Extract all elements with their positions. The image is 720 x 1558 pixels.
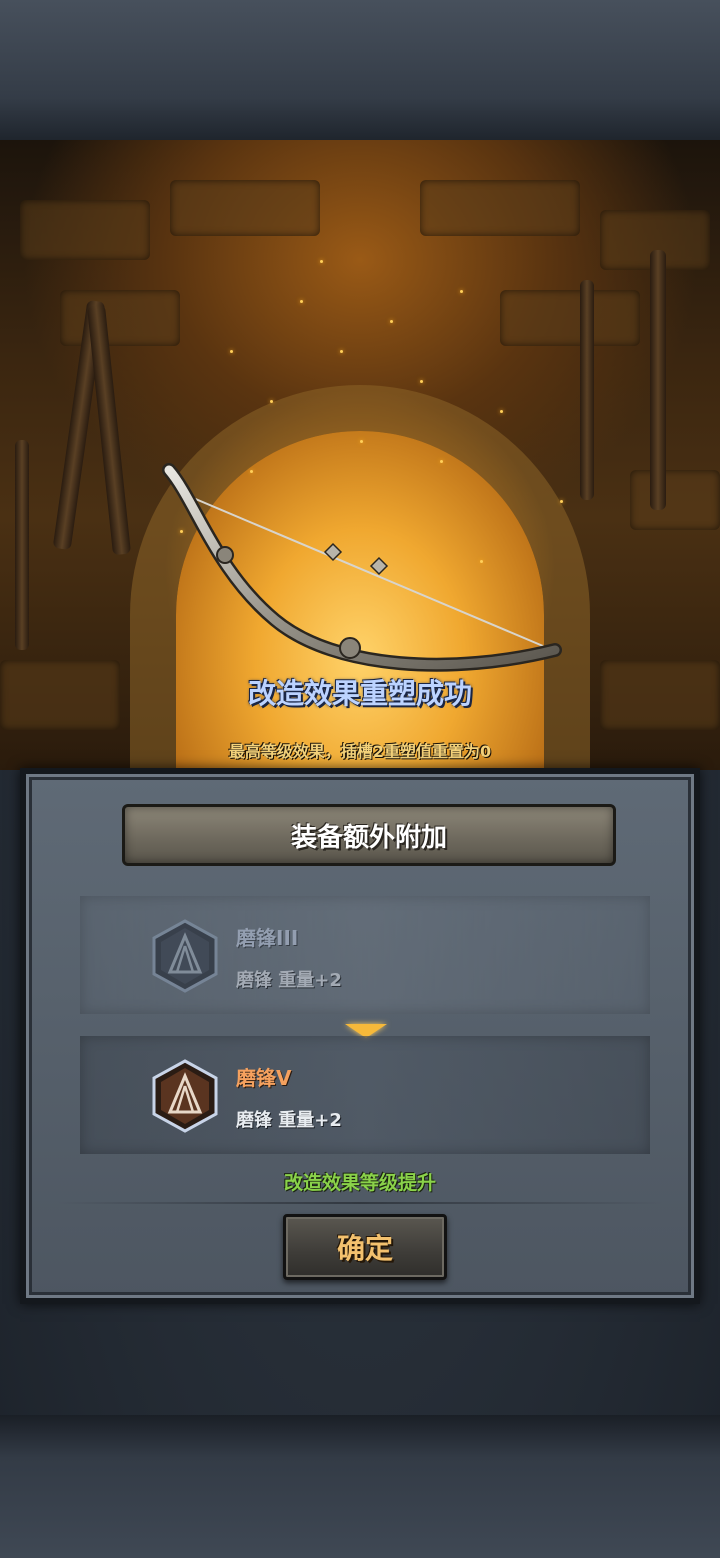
old-effect-row: 磨锋III 磨锋 重量+2	[80, 896, 650, 1014]
divider	[56, 1202, 664, 1204]
confirm-button[interactable]: 确定	[283, 1214, 447, 1280]
upgrade-message: 改造效果等级提升	[283, 1172, 436, 1194]
new-effect-name: 磨锋V	[236, 1066, 292, 1090]
panel-header: 装备额外附加	[122, 804, 616, 866]
sharpen-hex-icon	[152, 1059, 218, 1133]
bow-icon	[162, 463, 562, 672]
confirm-button-label: 确定	[336, 1232, 393, 1265]
old-effect-name: 磨锋III	[236, 926, 299, 950]
panel-header-label: 装备额外附加	[290, 822, 447, 853]
bottom-stone-band	[0, 1415, 720, 1558]
game-screen: 改造效果重塑成功 最高等级效果，插槽2重塑值重置为0 装备额外附加 磨锋III …	[0, 0, 720, 1558]
new-effect-desc: 磨锋 重量+2	[236, 1110, 342, 1131]
top-stone-band	[0, 0, 720, 140]
old-effect-desc: 磨锋 重量+2	[236, 970, 342, 991]
result-subtitle: 最高等级效果，插槽2重塑值重置为0	[228, 742, 492, 761]
new-effect-row: 磨锋V 磨锋 重量+2	[80, 1036, 650, 1154]
result-title: 改造效果重塑成功	[247, 677, 472, 710]
sharpen-hex-icon	[152, 919, 218, 993]
effect-panel: 装备额外附加 磨锋III 磨锋 重量+2 磨锋V 磨锋 重量+2 改造效果等级提…	[20, 768, 700, 1304]
